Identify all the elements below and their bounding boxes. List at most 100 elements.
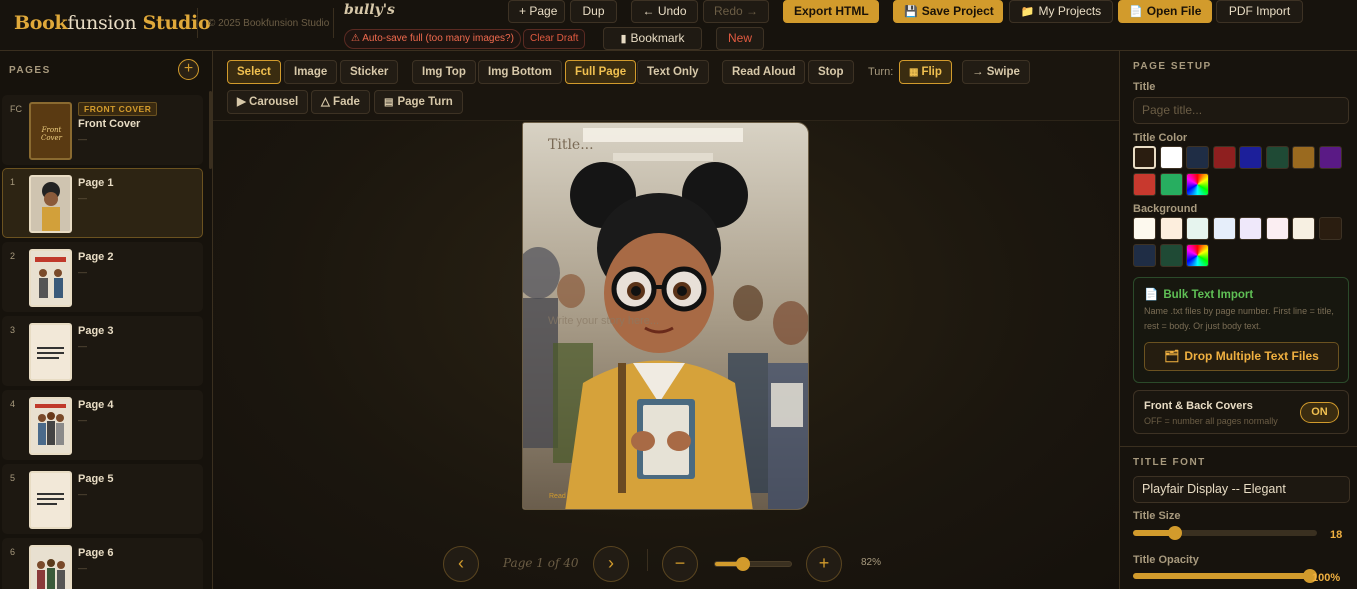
title-size-slider[interactable] (1133, 526, 1317, 540)
page-number: FC (10, 104, 22, 114)
background-color-swatch[interactable] (1186, 217, 1209, 240)
title-color-swatch[interactable] (1133, 146, 1156, 169)
title-color-swatch[interactable] (1292, 146, 1315, 169)
duplicate-button[interactable]: Dup (570, 0, 617, 23)
undo-button[interactable]: ← Undo (631, 0, 698, 23)
title-color-swatch[interactable] (1265, 146, 1289, 169)
background-color-swatch[interactable] (1159, 244, 1183, 267)
cover-thumbnail: Front Cover (29, 102, 72, 160)
page-turn-button[interactable]: ▤ Page Turn (374, 90, 463, 114)
page-card[interactable]: 4 Page 4 — (2, 390, 203, 460)
title-font-select[interactable]: Playfair Display -- Elegant (1133, 476, 1350, 503)
title-custom-color-swatch[interactable] (1186, 173, 1209, 196)
title-color-swatch[interactable] (1212, 146, 1236, 169)
editor-area: Select Image Sticker Img Top Img Bottom … (213, 51, 1119, 589)
bulk-import-description: Name .txt files by page number. First li… (1144, 306, 1334, 331)
title-label: Title (1133, 81, 1156, 93)
page-subtitle: — (78, 193, 87, 203)
stop-button[interactable]: Stop (808, 60, 854, 84)
background-color-swatch[interactable] (1212, 217, 1236, 240)
text-only-layout-button[interactable]: Text Only (637, 60, 709, 84)
flip-icon: ▦ (909, 67, 919, 78)
read-label[interactable]: Read (549, 493, 566, 500)
background-color-swatch[interactable] (1318, 217, 1342, 240)
title-opacity-slider[interactable] (1133, 569, 1317, 583)
background-color-swatch[interactable] (1159, 217, 1183, 240)
swipe-turn-button[interactable]: → Swipe (962, 60, 1030, 84)
title-color-swatch[interactable] (1186, 146, 1209, 169)
title-color-swatch[interactable] (1133, 173, 1156, 196)
bookmark-icon: ▮ (620, 33, 627, 45)
zoom-percent: 82% (861, 557, 882, 568)
title-color-swatch[interactable] (1318, 146, 1342, 169)
prev-page-button[interactable]: ‹ (443, 546, 479, 582)
next-page-button[interactable]: › (593, 546, 629, 582)
full-page-layout-button[interactable]: Full Page (565, 60, 637, 84)
redo-button[interactable]: Redo → (703, 0, 769, 23)
sticker-tool-button[interactable]: Sticker (340, 60, 399, 84)
img-bottom-layout-button[interactable]: Img Bottom (478, 60, 562, 84)
select-tool-button[interactable]: Select (227, 60, 281, 84)
img-top-layout-button[interactable]: Img Top (412, 60, 476, 84)
page-title-placeholder[interactable]: Title... (548, 137, 594, 153)
new-button[interactable]: New (716, 27, 764, 50)
zoom-in-button[interactable]: + (806, 546, 842, 582)
background-custom-color-swatch[interactable] (1186, 244, 1209, 267)
page-card[interactable]: 3 Page 3 — (2, 316, 203, 386)
zoom-slider[interactable] (714, 557, 792, 571)
autosave-warning: ⚠ Auto-save full (too many images?) (344, 29, 521, 49)
page-number: 2 (10, 251, 16, 261)
title-color-swatch[interactable] (1159, 173, 1183, 196)
covers-toggle[interactable]: ON (1300, 402, 1339, 423)
background-color-swatch[interactable] (1292, 217, 1315, 240)
page-card[interactable]: 1 Page 1 — (2, 168, 203, 238)
book-title[interactable]: bully's (344, 2, 395, 18)
background-color-swatch[interactable] (1133, 217, 1156, 240)
page-subtitle: — (78, 415, 87, 425)
add-page-icon-button[interactable]: + (178, 59, 199, 80)
page-title-input[interactable]: Page title... (1133, 97, 1349, 124)
covers-setting: Front & Back Covers OFF = number all pag… (1133, 390, 1349, 434)
zoom-out-button[interactable]: − (662, 546, 698, 582)
pdf-import-button[interactable]: PDF Import (1216, 0, 1303, 23)
flip-turn-button[interactable]: ▦ Flip (899, 60, 952, 84)
export-html-button[interactable]: Export HTML (783, 0, 879, 23)
page-navigation: ‹ Page 1 of 40 › − + 82% (213, 541, 1119, 589)
page-name: Page 5 (78, 473, 114, 485)
title-color-swatch[interactable] (1159, 146, 1183, 169)
copyright-text: © 2025 Bookfunsion Studio (208, 18, 330, 29)
image-tool-button[interactable]: Image (284, 60, 338, 84)
clear-draft-button[interactable]: Clear Draft (523, 29, 586, 49)
my-projects-button[interactable]: 📁 My Projects (1009, 0, 1113, 23)
page-body-placeholder[interactable]: Write your story here... (548, 315, 659, 327)
bookmark-button[interactable]: ▮ Bookmark (603, 27, 702, 50)
editor-toolbar: Select Image Sticker Img Top Img Bottom … (213, 51, 1119, 121)
page-card[interactable]: 5 Page 5 — (2, 464, 203, 534)
top-bar: Bookfunsion Studio © 2025 Bookfunsion St… (0, 0, 1357, 51)
background-color-swatch[interactable] (1133, 244, 1156, 267)
divider (647, 549, 648, 571)
title-size-knob[interactable] (1168, 526, 1183, 540)
add-page-button[interactable]: + Page (508, 0, 565, 23)
read-aloud-button[interactable]: Read Aloud (722, 60, 806, 84)
page-card[interactable]: 2 Page 2 — (2, 242, 203, 312)
carousel-turn-button[interactable]: ▶ Carousel (227, 90, 309, 114)
pages-scrollbar[interactable] (209, 91, 212, 169)
background-color-swatch[interactable] (1239, 217, 1262, 240)
covers-description: OFF = number all pages normally (1144, 416, 1278, 426)
page-card[interactable]: 6 Page 6 — (2, 538, 203, 589)
document-icon: 📄 (1144, 289, 1159, 301)
save-project-button[interactable]: 💾 Save Project (893, 0, 1003, 23)
fade-turn-button[interactable]: △ Fade (311, 90, 370, 114)
front-cover-badge: FRONT COVER (78, 102, 158, 116)
title-color-swatch[interactable] (1239, 146, 1262, 169)
background-color-swatch[interactable] (1265, 217, 1289, 240)
page-name: Page 4 (78, 399, 114, 411)
page-thumbnail (29, 471, 72, 529)
page-canvas[interactable]: Title... Write your story here... Read (522, 122, 809, 510)
page-card-front-cover[interactable]: FC Front Cover FRONT COVER Front Cover — (2, 95, 203, 165)
zoom-slider-knob[interactable] (736, 557, 751, 571)
drop-text-files-button[interactable]: 🗂 Drop Multiple Text Files (1144, 342, 1339, 371)
open-file-button[interactable]: 📄 Open File (1118, 0, 1212, 23)
page-number: 5 (10, 473, 16, 483)
